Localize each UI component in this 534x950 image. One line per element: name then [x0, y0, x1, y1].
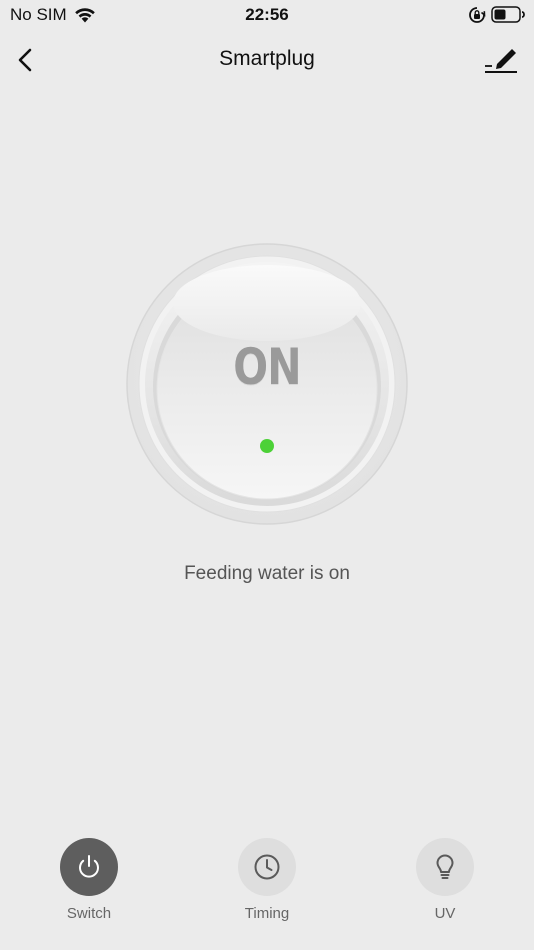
switch-state-label: ON [233, 338, 301, 396]
status-bar: No SIM 22:56 [0, 0, 534, 32]
tab-timing[interactable]: Timing [207, 838, 327, 928]
tab-switch-circle [60, 838, 118, 896]
lightbulb-icon [436, 854, 454, 879]
status-time: 22:56 [245, 5, 289, 24]
tab-timing-circle [238, 838, 296, 896]
tab-uv-circle [416, 838, 474, 896]
clock-icon [254, 854, 280, 880]
tab-switch-label: Switch [66, 905, 112, 922]
tab-uv[interactable]: UV [385, 838, 505, 928]
orientation-lock-icon [469, 7, 486, 23]
tab-timing-label: Timing [244, 905, 290, 922]
power-icon [79, 855, 99, 878]
power-toggle-dial[interactable]: ON [126, 243, 408, 525]
tab-uv-label: UV [434, 905, 456, 922]
tab-switch[interactable]: Switch [29, 838, 149, 928]
battery-icon [491, 6, 525, 23]
edit-button[interactable] [481, 42, 521, 78]
switch-status-text: Feeding water is on [184, 563, 350, 584]
pencil-icon [485, 49, 517, 73]
page-title: Smartplug [219, 47, 315, 70]
nav-bar: Smartplug [0, 36, 534, 86]
status-led [260, 439, 274, 453]
